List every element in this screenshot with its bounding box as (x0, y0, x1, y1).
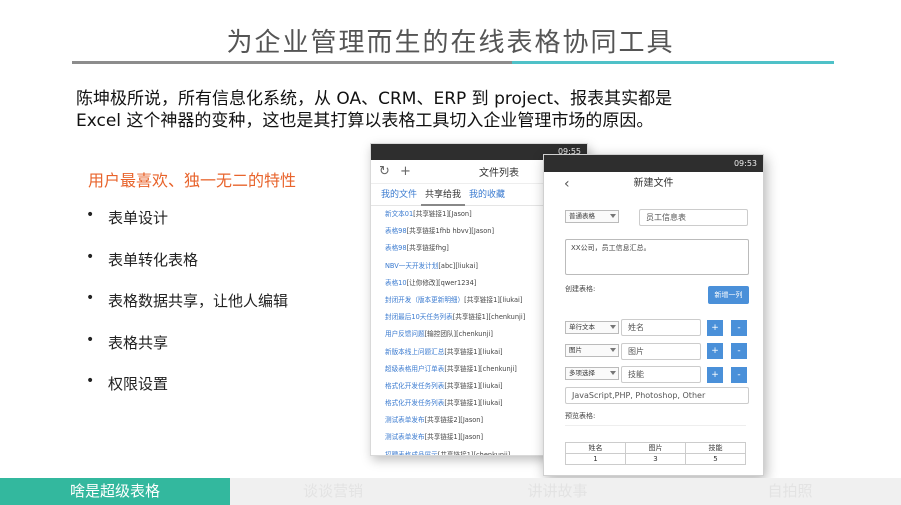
feature-item: • 权限设置 (86, 373, 288, 415)
share-info: [共享链接1][chenkunji] (437, 450, 511, 456)
file-link[interactable]: 格式化开发任务列表 (385, 399, 444, 407)
table-header-cell: 图片 (625, 442, 686, 454)
table-row: 姓名 图片 技能 (565, 442, 746, 454)
tab-what-is-super-table[interactable]: 啥是超级表格 (0, 478, 230, 505)
column-name-input[interactable]: 姓名 (621, 319, 701, 336)
minus-icon[interactable]: - (731, 343, 747, 359)
title-underline-gray (72, 61, 512, 64)
share-info: [共享链接1][liukai] (464, 295, 523, 304)
file-link[interactable]: NBV一天开发计划 (385, 262, 438, 270)
share-info: [共享链接fhg] (406, 244, 449, 253)
file-link[interactable]: 表格10 (385, 279, 407, 287)
file-link[interactable]: 招聘表格成品展示 (385, 451, 438, 455)
share-info: [共享链接1][Jason] (413, 210, 472, 218)
header-icons: ↻ + (379, 164, 449, 179)
plus-icon[interactable]: + (707, 343, 723, 359)
options-input[interactable]: JavaScript,PHP, Photoshop, Other (565, 387, 749, 404)
minus-icon[interactable]: - (731, 320, 747, 336)
feature-label: 表格数据共享，让他人编辑 (108, 292, 289, 310)
intro-line-2: Excel 这个神器的变种，这也是其打算以表格工具切入企业管理市场的原因。 (76, 111, 654, 131)
feature-label: 表单转化表格 (108, 250, 199, 269)
intro-paragraph: 陈坤极所说，所有信息化系统，从 OA、CRM、ERP 到 project、报表其… (76, 88, 796, 132)
feature-list: • 表单设计 • 表单转化表格 • 表格数据共享，让他人编辑 • 表格共享 • 权限设置 (86, 207, 288, 415)
add-icon[interactable]: + (400, 164, 411, 179)
tab-favorites[interactable]: 我的收藏 (465, 184, 509, 206)
file-link[interactable]: 新文本01 (385, 210, 413, 218)
column-name-input[interactable]: 图片 (621, 343, 701, 360)
table-type-select[interactable]: 普通表格 (565, 210, 619, 223)
file-link[interactable]: 用户反馈问题 (385, 330, 425, 338)
bottom-nav: 啥是超级表格 谈谈营销 讲讲故事 自拍照 (0, 478, 901, 505)
share-info: [让你修改][qwer1234] (406, 278, 477, 287)
column-type-select[interactable]: 图片 (565, 344, 619, 357)
back-icon[interactable]: ‹ (564, 172, 570, 196)
file-name-input[interactable]: 员工信息表 (639, 209, 748, 226)
column-name-input[interactable]: 技能 (621, 366, 701, 383)
tab-stories[interactable]: 讲讲故事 (436, 478, 679, 505)
table-cell: 3 (625, 453, 686, 465)
title-underline-teal (512, 61, 834, 64)
table-cell: 1 (565, 453, 626, 465)
share-info: [abc][liukai] (438, 261, 478, 270)
tab-my-files[interactable]: 我的文件 (377, 184, 421, 206)
feature-item: • 表格数据共享，让他人编辑 (86, 290, 288, 332)
feature-item: • 表单转化表格 (86, 249, 288, 291)
status-bar: 09:53 (544, 155, 763, 172)
file-link[interactable]: 表格98 (385, 244, 407, 252)
slide-title: 为企业管理而生的在线表格协同工具 (226, 28, 675, 58)
plus-icon[interactable]: + (707, 367, 723, 383)
description-textarea[interactable]: XX公司，员工信息汇总。 (565, 239, 749, 275)
file-link[interactable]: 封闭开发（版本更新明细） (385, 296, 464, 304)
share-info: [共享链接2][Jason] (424, 416, 484, 425)
bullet-icon: • (86, 331, 95, 348)
create-table-label: 创建表格: (565, 285, 596, 293)
file-link[interactable]: 封闭最后10天任务列表 (385, 313, 453, 321)
table-cell: 5 (685, 453, 746, 465)
share-info: [共享链接1][liukai] (444, 381, 503, 390)
share-info: [共享链接1fhb hbvv][Jason] (406, 227, 495, 236)
share-info: [输控团队][chenkunji] (424, 330, 493, 339)
table-header-cell: 姓名 (565, 442, 626, 454)
divider (565, 425, 746, 426)
file-link[interactable]: 新版本线上问题汇总 (385, 348, 444, 356)
features-heading: 用户最喜欢、独一无二的特性 (88, 171, 297, 190)
plus-icon[interactable]: + (707, 320, 723, 336)
file-link[interactable]: 测试表单发布 (385, 433, 425, 441)
table-row: 1 3 5 (565, 453, 746, 465)
refresh-icon[interactable]: ↻ (379, 164, 390, 179)
new-file-phone-screenshot: 09:53 ‹ 新建文件 普通表格 员工信息表 XX公司，员工信息汇总。 创建表… (543, 154, 764, 476)
bullet-icon: • (86, 290, 95, 306)
feature-item: • 表单设计 (86, 207, 288, 249)
bullet-icon: • (86, 373, 95, 389)
file-link[interactable]: 格式化开发任务列表 (385, 382, 444, 390)
new-file-header: ‹ 新建文件 (544, 172, 763, 196)
add-column-button[interactable]: 新增一列 (708, 286, 749, 304)
tab-marketing[interactable]: 谈谈营销 (230, 478, 436, 505)
column-type-select[interactable]: 多项选择 (565, 367, 619, 380)
tab-selfie[interactable]: 自拍照 (679, 478, 901, 505)
feature-label: 表格共享 (108, 333, 169, 352)
new-file-title: 新建文件 (633, 178, 674, 189)
bullet-icon: • (86, 248, 95, 265)
share-info: [共享链接1][Jason] (424, 433, 484, 442)
status-time: 09:53 (733, 159, 757, 168)
share-info: [共享链接1][liukai] (444, 399, 503, 408)
column-type-select[interactable]: 单行文本 (565, 321, 619, 334)
file-link[interactable]: 超级表格用户订单表 (385, 365, 444, 373)
file-link[interactable]: 表格98 (385, 227, 407, 235)
minus-icon[interactable]: - (731, 367, 747, 383)
file-link[interactable]: 测试表单发布 (385, 416, 425, 424)
share-info: [共享链接1][chenkunji] (444, 364, 517, 373)
table-header-cell: 技能 (685, 442, 746, 454)
feature-label: 表单设计 (108, 209, 169, 227)
feature-label: 权限设置 (108, 375, 169, 393)
bullet-icon: • (86, 207, 95, 223)
tab-shared-with-me[interactable]: 共享给我 (421, 184, 466, 206)
preview-table: 姓名 图片 技能 1 3 5 (565, 442, 746, 465)
feature-item: • 表格共享 (86, 332, 288, 374)
intro-line-1: 陈坤极所说，所有信息化系统，从 OA、CRM、ERP 到 project、报表其… (76, 89, 673, 109)
share-info: [共享链接1][liukai] (444, 347, 503, 356)
share-info: [共享链接1][chenkunji] (452, 313, 526, 322)
preview-table-label: 预览表格: (565, 412, 596, 420)
